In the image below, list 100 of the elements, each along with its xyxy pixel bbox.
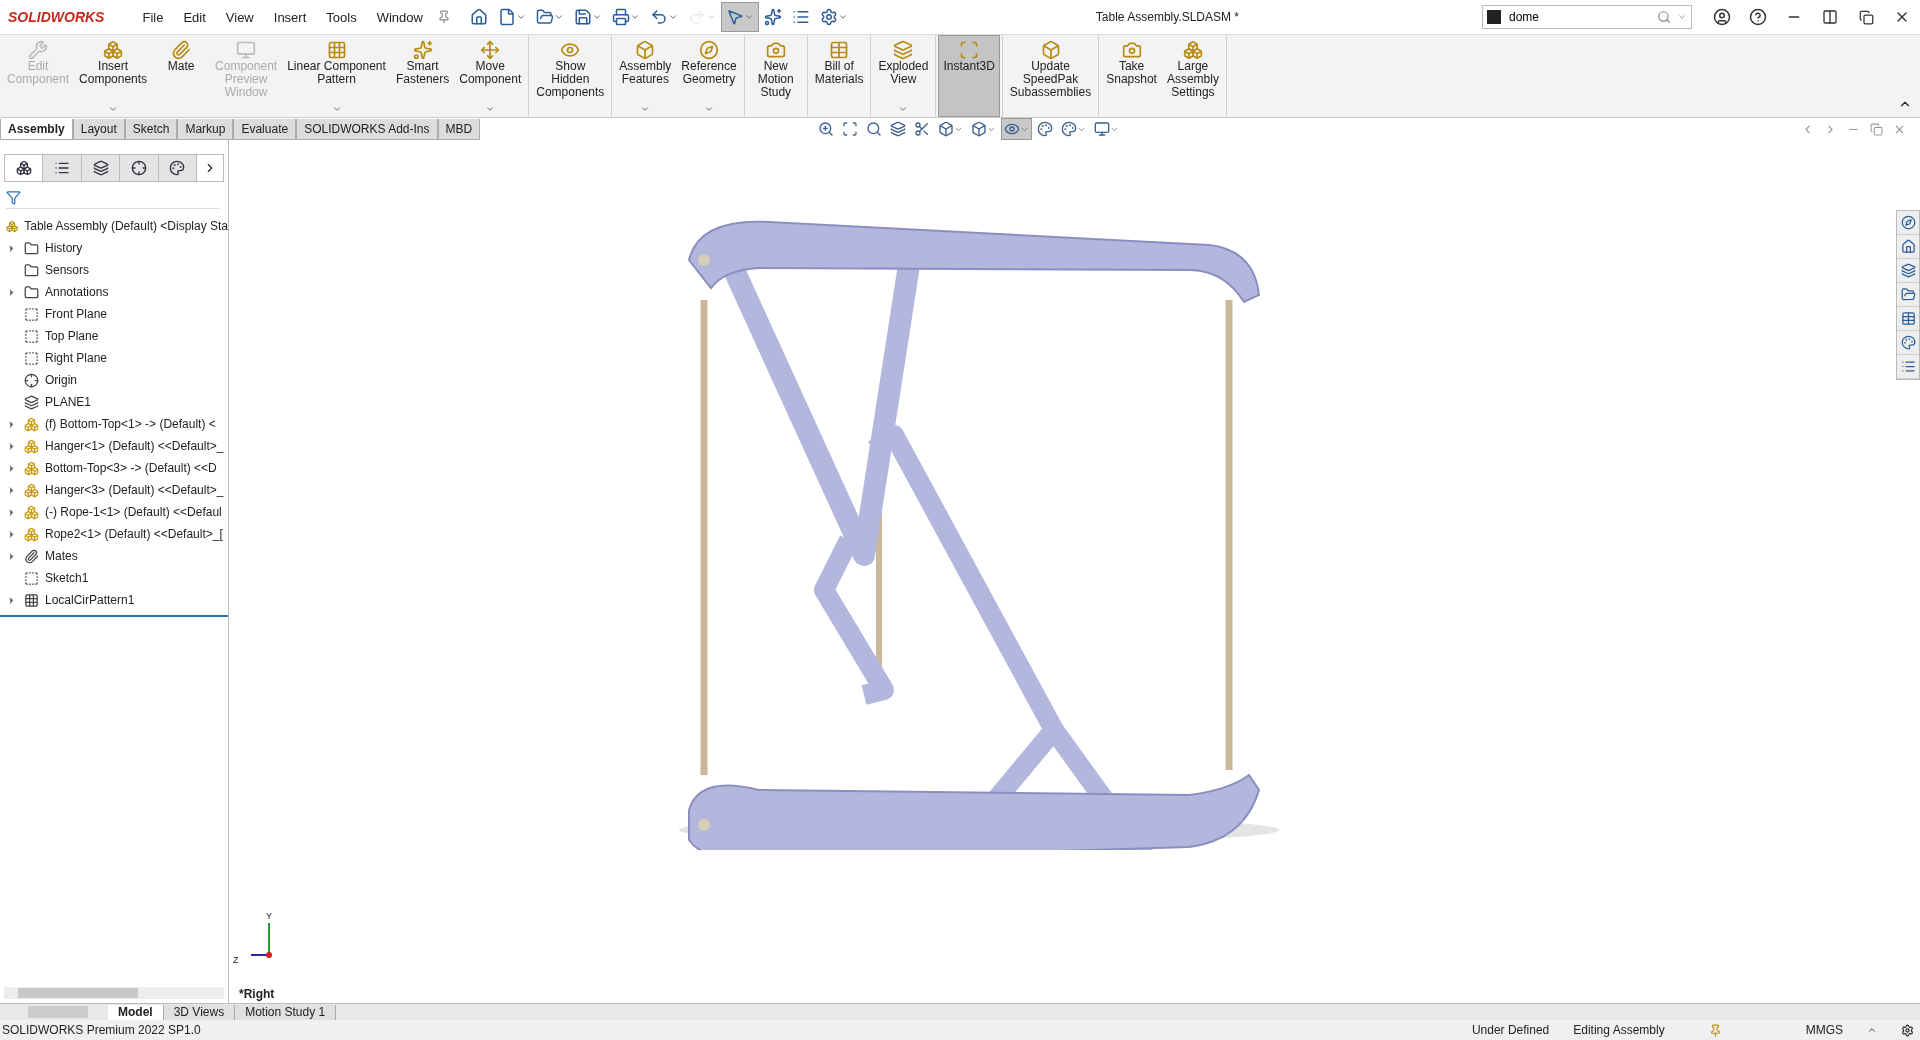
search-field[interactable]: dome xyxy=(1482,5,1692,29)
search-icon xyxy=(1657,10,1671,24)
ribbon-button[interactable]: Linear Component Pattern xyxy=(282,35,391,117)
ribbon-button[interactable]: Bill of Materials xyxy=(809,35,869,117)
menu-item[interactable]: Insert xyxy=(263,9,317,25)
tree-item[interactable]: Annotations xyxy=(45,285,109,299)
filter-icon[interactable] xyxy=(6,189,21,205)
tab[interactable]: Motion Study 1 xyxy=(235,1004,337,1020)
tree-item[interactable]: PLANE1 xyxy=(45,395,92,409)
folder-icon xyxy=(24,240,39,256)
caret-icon xyxy=(515,12,526,22)
tree-item[interactable]: Hanger<1> (Default) <<Default>_ xyxy=(45,439,224,453)
monitor-icon xyxy=(1094,121,1111,137)
window-title: Table Assembly.SLDASM * xyxy=(1094,10,1241,24)
part-icon xyxy=(24,416,39,432)
menu-item[interactable]: Window xyxy=(366,9,433,25)
user-icon[interactable] xyxy=(1713,8,1731,26)
tab[interactable]: Markup xyxy=(177,118,234,140)
tree-item[interactable]: (-) Rope-1<1> (Default) <<Defaul xyxy=(45,505,222,519)
caret-icon[interactable] xyxy=(1867,1025,1877,1035)
pattern-icon xyxy=(24,592,39,608)
help-icon[interactable] xyxy=(1749,8,1767,26)
assembly-icon xyxy=(6,218,19,234)
scroll-bar[interactable] xyxy=(4,987,224,999)
tree-item[interactable]: Bottom-Top<3> -> (Default) <<D xyxy=(45,461,217,475)
tab[interactable]: Assembly xyxy=(0,118,73,140)
tab[interactable]: Sketch xyxy=(124,118,178,140)
folder-icon[interactable] xyxy=(1900,287,1916,302)
ribbon-button[interactable]: Update SpeedPak Subassemblies xyxy=(1004,35,1097,117)
tree-item[interactable]: Front Plane xyxy=(45,307,108,321)
ribbon-button[interactable]: Assembly Features xyxy=(614,35,677,117)
tree-item[interactable]: Table Assembly (Default) <Display Sta xyxy=(24,219,228,233)
ribbon-button[interactable]: New Motion Study xyxy=(746,35,805,117)
ribbon-button[interactable]: Exploded View xyxy=(873,35,934,117)
folder-icon xyxy=(24,262,39,278)
compass-icon xyxy=(699,40,720,60)
restore-icon[interactable] xyxy=(1858,9,1874,25)
panel-tab[interactable] xyxy=(81,155,121,181)
split-icon[interactable] xyxy=(1822,9,1838,25)
ribbon-button[interactable]: Large Assembly Settings xyxy=(1161,35,1224,117)
tree-item[interactable]: LocalCirPattern1 xyxy=(45,593,135,607)
tree-item[interactable]: Origin xyxy=(45,373,77,387)
tab[interactable]: SOLIDWORKS Add-Ins xyxy=(296,118,438,140)
tab[interactable]: 3D Views xyxy=(163,1004,236,1020)
tree-item[interactable]: Top Plane xyxy=(45,329,99,343)
ribbon-button[interactable]: Mate xyxy=(152,35,211,117)
tree-item[interactable]: History xyxy=(45,241,83,255)
caret-icon xyxy=(331,104,342,114)
plane-icon xyxy=(24,306,39,322)
panel-tab[interactable] xyxy=(158,155,198,181)
view-toolbar-button[interactable] xyxy=(1001,118,1033,140)
toolbar-button[interactable] xyxy=(720,2,759,32)
list-icon[interactable] xyxy=(1900,359,1916,374)
ribbon-button[interactable]: Take Snapshot xyxy=(1101,35,1162,117)
product-version: SOLIDWORKS Premium 2022 SP1.0 xyxy=(2,1023,201,1037)
tree-item[interactable]: Sensors xyxy=(45,263,90,277)
menu-item[interactable]: File xyxy=(132,9,174,25)
tree-item[interactable]: Mates xyxy=(45,549,78,563)
part-icon xyxy=(24,526,39,542)
ribbon-button[interactable]: Move Component xyxy=(454,35,527,117)
tab[interactable]: Model xyxy=(108,1004,164,1020)
tree-item[interactable]: Sketch1 xyxy=(45,571,89,585)
ribbon-button[interactable]: Reference Geometry xyxy=(676,35,742,117)
caret-icon xyxy=(629,12,640,22)
tree-item[interactable]: Rope2<1> (Default) <<Default>_[ xyxy=(45,527,223,541)
ribbon-button[interactable]: Insert Components xyxy=(74,35,153,117)
cube-icon xyxy=(635,40,656,60)
settings-icon[interactable] xyxy=(1901,1023,1914,1037)
ribbon-button[interactable]: Smart Fasteners xyxy=(390,35,455,117)
caret-icon xyxy=(1677,12,1687,22)
menu-item[interactable]: View xyxy=(215,9,264,25)
caret-icon xyxy=(704,104,715,114)
layers-icon[interactable] xyxy=(1900,263,1916,278)
ribbon-button[interactable]: Instant3D xyxy=(938,35,1000,117)
caret-icon xyxy=(705,12,716,22)
tree-item[interactable]: Hanger<3> (Default) <<Default>_ xyxy=(45,483,224,497)
cube-icon xyxy=(1040,40,1061,60)
home-icon[interactable] xyxy=(1900,239,1916,254)
panel-tab[interactable] xyxy=(120,155,159,181)
pin-icon[interactable] xyxy=(436,10,451,24)
axis-label: Y xyxy=(266,911,272,921)
table-icon[interactable] xyxy=(1900,311,1916,326)
tab[interactable]: MBD xyxy=(437,118,481,140)
ribbon-button[interactable]: Show Hidden Components xyxy=(531,35,610,117)
part-icon xyxy=(24,438,39,454)
palette-icon[interactable] xyxy=(1900,335,1916,350)
units-selector[interactable]: MMGS xyxy=(1805,1023,1843,1037)
pin-icon[interactable] xyxy=(1708,1023,1722,1037)
menu-item[interactable]: Tools xyxy=(316,9,367,25)
tab[interactable]: Layout xyxy=(72,118,125,140)
tree-item[interactable]: (f) Bottom-Top<1> -> (Default) < xyxy=(45,417,216,431)
globe-icon[interactable] xyxy=(1900,215,1916,230)
camera-icon xyxy=(765,40,786,60)
caret-icon xyxy=(553,12,564,22)
tab[interactable]: Evaluate xyxy=(233,118,297,140)
menu-item[interactable]: Edit xyxy=(173,9,216,25)
tree-item[interactable]: Right Plane xyxy=(45,351,108,365)
palette-icon xyxy=(169,160,186,176)
plane-icon xyxy=(24,328,39,344)
paperclip-icon xyxy=(24,548,39,564)
